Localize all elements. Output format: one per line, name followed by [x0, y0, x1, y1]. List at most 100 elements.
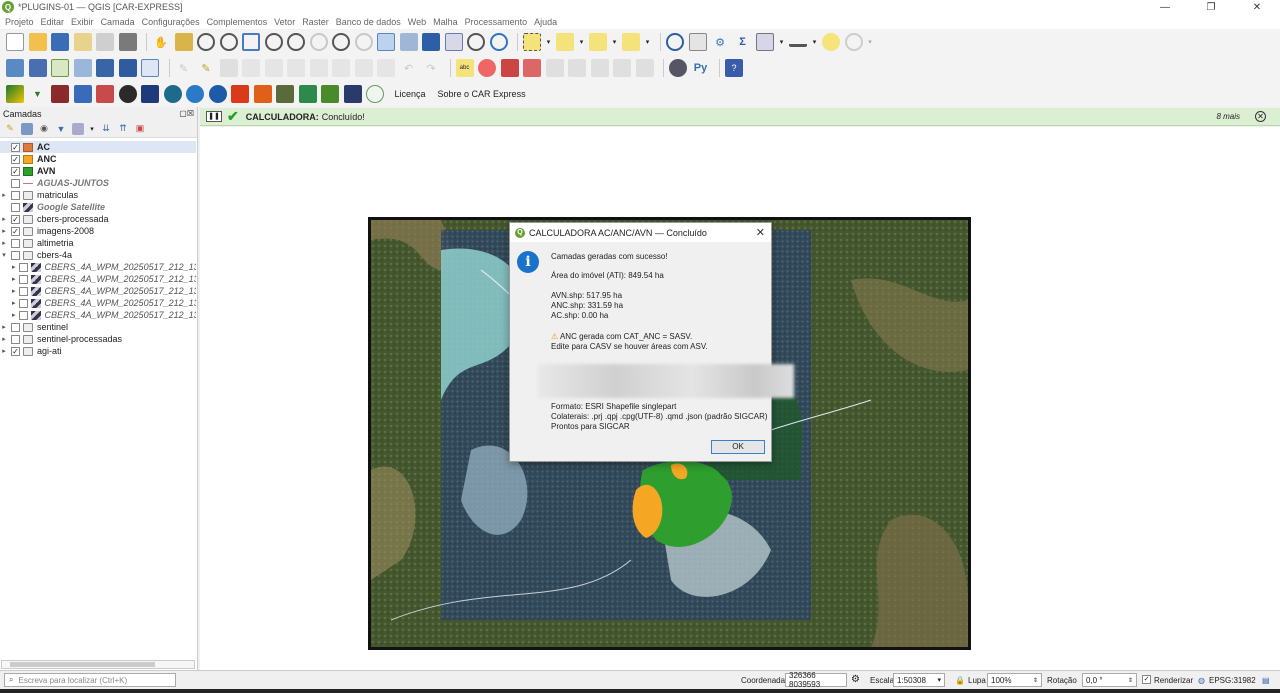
layer-row-cbers-4a-2[interactable]: ▸ CBERS_4A_WPM_20250517_212_135_: [0, 273, 196, 285]
expand-arrow-icon[interactable]: ▸: [0, 323, 8, 331]
add-wms-icon[interactable]: [96, 59, 114, 77]
expand-arrow-icon[interactable]: ▸: [0, 347, 8, 355]
layer-checkbox[interactable]: [11, 190, 20, 200]
layer-row-cbers-processada[interactable]: ▸ ✓ cbers-processada: [0, 213, 196, 225]
car-tool-1-icon[interactable]: [51, 85, 69, 103]
layer-checkbox[interactable]: [18, 310, 28, 320]
rotation-spinbox[interactable]: 0,0 ° ⇕: [1082, 673, 1137, 687]
help-icon[interactable]: ?: [725, 59, 743, 77]
lock-scale-icon[interactable]: 🔒: [955, 676, 965, 685]
redo-icon[interactable]: ↷: [422, 59, 440, 77]
layer-checkbox[interactable]: [11, 250, 20, 260]
menu-camada[interactable]: Camada: [101, 17, 135, 27]
layer-checkbox[interactable]: [18, 274, 28, 284]
menu-projeto[interactable]: Projeto: [5, 17, 34, 27]
layers-horizontal-scrollbar[interactable]: [1, 660, 195, 669]
menu-banco-de-dados[interactable]: Banco de dados: [336, 17, 401, 27]
add-vector-layer-icon[interactable]: [28, 59, 47, 77]
close-window-button[interactable]: ✕: [1234, 0, 1280, 14]
layer-checkbox[interactable]: ✓: [11, 166, 20, 176]
layer-row-altimetria[interactable]: ▸ altimetria: [0, 237, 196, 249]
new-bookmark-icon[interactable]: [422, 33, 440, 51]
crs-globe-icon[interactable]: ◍: [1198, 676, 1205, 685]
layer-row-cbers-4a-5[interactable]: ▸ CBERS_4A_WPM_20250517_212_135_: [0, 309, 196, 321]
zoom-in-icon[interactable]: [197, 33, 215, 51]
menu-exibir[interactable]: Exibir: [71, 17, 94, 27]
locator-search-input[interactable]: ⌕ Escreva para localizar (Ctrl+K): [4, 673, 176, 687]
panel-float-close-buttons[interactable]: ▢☒: [179, 109, 194, 118]
collapse-all-icon[interactable]: ⇈: [117, 123, 129, 135]
edit-pencil-icon[interactable]: ✎: [175, 59, 193, 77]
dialog-close-icon[interactable]: ✕: [756, 226, 765, 239]
layer-row-agi-ati[interactable]: ▸ ✓ agi-ati: [0, 345, 196, 357]
temporal-controller-icon[interactable]: [467, 33, 485, 51]
save-edits-icon[interactable]: [219, 59, 238, 77]
expand-arrow-icon[interactable]: ▸: [12, 275, 16, 283]
new-print-layout-icon[interactable]: [73, 33, 92, 51]
ok-button[interactable]: OK: [711, 440, 765, 454]
car-tool-15-icon[interactable]: [366, 85, 384, 103]
layer-checkbox[interactable]: [18, 286, 28, 296]
layer-row-sentinel-processadas[interactable]: ▸ sentinel-processadas: [0, 333, 196, 345]
chevron-down-icon[interactable]: ▾: [546, 33, 552, 51]
layer-checkbox[interactable]: ✓: [11, 154, 20, 164]
measure-icon[interactable]: [789, 37, 807, 47]
plugin-globe-icon[interactable]: [669, 59, 687, 77]
chevron-down-icon[interactable]: ▾: [612, 33, 618, 51]
layer-checkbox[interactable]: ✓: [11, 346, 20, 356]
car-tool-5-icon[interactable]: [141, 85, 159, 103]
expand-arrow-icon[interactable]: ▸: [12, 263, 16, 271]
rotate-label-icon[interactable]: [590, 59, 609, 77]
show-hide-labels-icon[interactable]: [545, 59, 564, 77]
layer-row-matriculas[interactable]: ▸ matriculas: [0, 189, 196, 201]
attribute-table-icon[interactable]: [688, 33, 707, 51]
crs-label[interactable]: EPSG:31982: [1209, 676, 1256, 685]
layer-checkbox[interactable]: ✓: [11, 142, 20, 152]
menu-web[interactable]: Web: [408, 17, 426, 27]
chevron-down-icon[interactable]: ▾: [579, 33, 585, 51]
menu-complementos[interactable]: Complementos: [207, 17, 268, 27]
select-features-icon[interactable]: [523, 33, 541, 51]
show-bookmarks-icon[interactable]: [444, 33, 463, 51]
manage-map-themes-icon[interactable]: ◉: [38, 123, 50, 135]
paste-features-icon[interactable]: [377, 59, 395, 77]
layer-row-aguas-juntos[interactable]: AGUAS-JUNTOS: [0, 177, 196, 189]
vertex-tool-icon[interactable]: [264, 59, 283, 77]
more-messages-link[interactable]: 8 mais: [1216, 112, 1240, 121]
style-manager-icon[interactable]: [118, 33, 137, 51]
undo-icon[interactable]: ↶: [400, 59, 418, 77]
map-tips-icon[interactable]: [822, 33, 840, 51]
expand-all-icon[interactable]: ⇊: [100, 123, 112, 135]
pause-timer-button[interactable]: ❚❚: [206, 111, 222, 122]
chevron-down-icon[interactable]: ▾: [812, 33, 818, 51]
expand-arrow-icon[interactable]: ▸: [0, 191, 8, 199]
deselect-all-icon[interactable]: [589, 33, 607, 51]
layer-checkbox[interactable]: [11, 322, 20, 332]
zoom-selection-icon[interactable]: [264, 33, 283, 51]
menu-configuracoes[interactable]: Configurações: [142, 17, 200, 27]
layer-labeling-icon[interactable]: [478, 59, 496, 77]
filter-expression-icon[interactable]: [72, 122, 84, 135]
toggle-editing-icon[interactable]: ✎: [197, 59, 215, 77]
menu-malha[interactable]: Malha: [433, 17, 458, 27]
car-tool-10-icon[interactable]: [253, 85, 272, 103]
car-tool-12-icon[interactable]: [298, 85, 317, 103]
layer-row-google-satellite[interactable]: Google Satellite: [0, 201, 196, 213]
car-tool-6-icon[interactable]: [163, 85, 182, 103]
scale-combobox[interactable]: 1:50308 ▾: [893, 673, 945, 687]
new-3d-map-view-icon[interactable]: [399, 33, 418, 51]
car-tool-8-icon[interactable]: [208, 85, 227, 103]
change-label-icon[interactable]: [613, 59, 631, 77]
render-checkbox[interactable]: ✓: [1142, 675, 1151, 684]
menu-processamento[interactable]: Processamento: [465, 17, 528, 27]
pan-to-selection-icon[interactable]: [174, 33, 193, 51]
locate-icon[interactable]: [844, 33, 863, 51]
select-by-value-icon[interactable]: [556, 33, 574, 51]
scrollbar-thumb[interactable]: [10, 662, 155, 667]
layer-checkbox[interactable]: [18, 262, 28, 272]
maximize-button[interactable]: ❐: [1188, 0, 1234, 14]
layout-manager-icon[interactable]: [96, 33, 114, 51]
car-tool-11-icon[interactable]: [276, 85, 294, 103]
menu-raster[interactable]: Raster: [302, 17, 329, 27]
close-all-messages-icon[interactable]: ✕: [1255, 111, 1266, 122]
